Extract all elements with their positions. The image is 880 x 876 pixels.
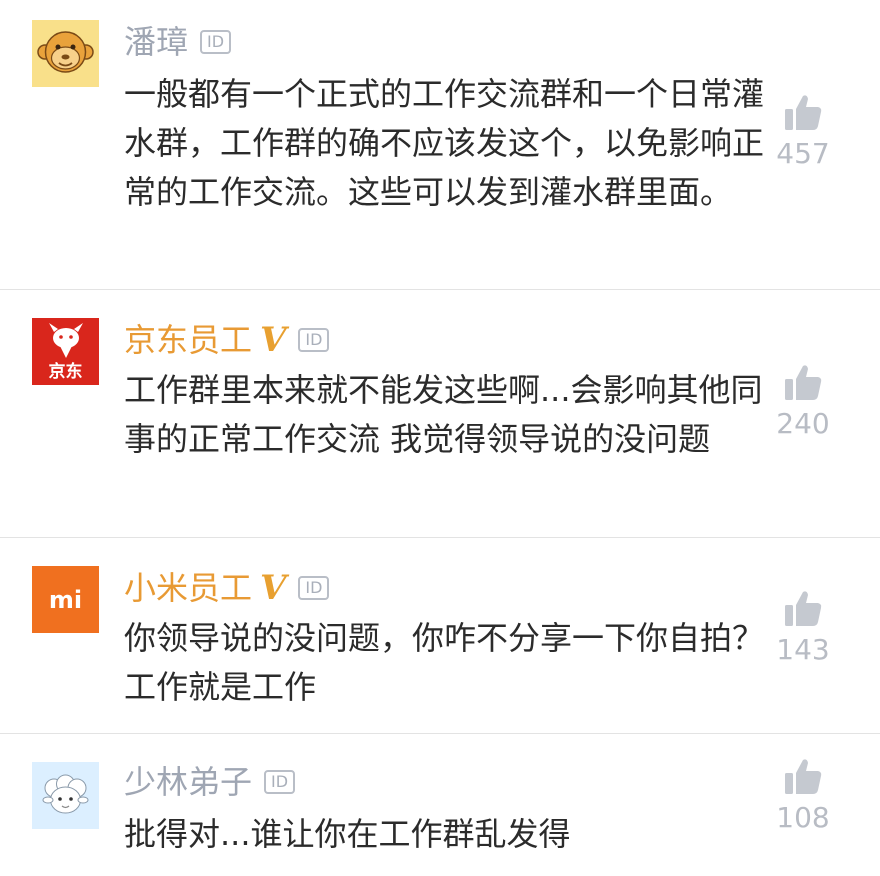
like-count: 457 [776,137,830,170]
comment-text: 批得对...谁让你在工作群乱发得 [124,815,571,853]
thumbs-up-icon [785,591,822,626]
verified-badge: V [260,320,287,360]
like-button[interactable]: 240 [770,362,836,442]
monkey-icon [37,31,94,73]
sheep-icon [42,774,89,814]
id-badge: ID [298,328,330,352]
jd-dog-logo-icon: 京东 [49,323,83,382]
mi-logo-icon: mi [49,586,82,614]
username[interactable]: 潘璋 [124,20,188,64]
like-count: 143 [776,633,830,666]
like-count: 240 [776,407,830,440]
comment-item: 少林弟子 ID 批得对...谁让你在工作群乱发得 108 [0,734,880,876]
mi-logo-text: mi [49,586,82,614]
comment-text: 一般都有一个正式的工作交流群和一个日常灌水群，工作群的确不应该发这个，以免影响正… [124,75,765,211]
like-button[interactable]: 108 [770,756,836,836]
id-badge: ID [264,770,296,794]
comment-item: 潘璋 ID 一般都有一个正式的工作交流群和一个日常灌水群，工作群的确不应该发这个… [0,0,880,290]
comment-text: 工作群里本来就不能发这些啊...会影响其他同事的正常工作交流 我觉得领导说的没问… [124,371,763,458]
comment-text: 你领导说的没问题，你咋不分享一下你自拍？工作就是工作 [124,619,765,706]
thumbs-up-icon [785,365,822,400]
thumbs-up-icon [785,95,822,130]
username[interactable]: 小米员工 [124,566,252,610]
like-count: 108 [776,801,830,834]
verified-badge: V [260,568,287,608]
thumbs-up-icon [785,759,822,794]
username[interactable]: 少林弟子 [124,760,252,804]
comment-item: 京东 京东员工 V ID 工作群里本来就不能发这些啊...会影响其他同事的正常工… [0,290,880,538]
username[interactable]: 京东员工 [124,318,252,362]
jd-logo-text: 京东 [49,361,83,382]
avatar[interactable]: mi [32,566,99,633]
like-button[interactable]: 143 [770,588,836,668]
id-badge: ID [200,30,232,54]
like-button[interactable]: 457 [770,92,836,172]
avatar[interactable] [32,762,99,829]
avatar[interactable] [32,20,99,87]
id-badge: ID [298,576,330,600]
avatar[interactable]: 京东 [32,318,99,385]
comment-item: mi 小米员工 V ID 你领导说的没问题，你咋不分享一下你自拍？工作就是工作 … [0,538,880,734]
comment-list: 潘璋 ID 一般都有一个正式的工作交流群和一个日常灌水群，工作群的确不应该发这个… [0,0,880,876]
